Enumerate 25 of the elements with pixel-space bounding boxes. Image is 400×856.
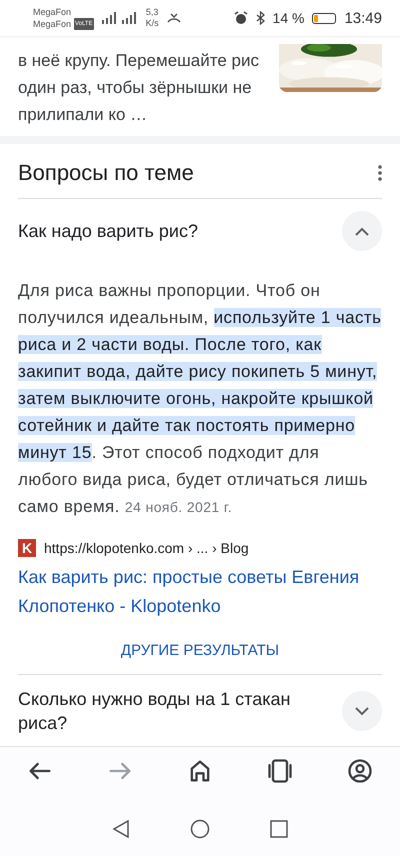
home-icon[interactable] (190, 819, 210, 839)
question-text[interactable]: Сколько нужно воды на 1 стакан риса? (18, 687, 332, 735)
snippet-text: в неё крупу. Перемешайте рис один раз, чтобы зёрнышки не прилипали ко … (18, 50, 259, 126)
clock: 13:49 (344, 10, 382, 26)
section-title: Вопросы по теме (18, 160, 194, 186)
chevron-down-icon (355, 706, 369, 716)
question-text[interactable]: Как надо варить рис? (18, 219, 198, 243)
recents-icon[interactable] (270, 820, 288, 838)
battery-percent: 14 % (272, 10, 304, 26)
bluetooth-icon (256, 11, 265, 25)
carrier-name: MegaFon (33, 18, 72, 30)
result-link[interactable]: Как варить рис: простые советы Евгения Клопотенко - Klopotenko (18, 563, 382, 621)
back-icon[interactable] (112, 819, 130, 839)
site-favicon: K (18, 539, 36, 557)
carrier-name: MegaFon (33, 6, 72, 18)
chevron-up-icon (355, 226, 369, 236)
battery-icon (312, 12, 336, 24)
missed-call-icon (166, 12, 181, 24)
network-speed: 5,3 (146, 7, 158, 18)
alarm-icon (234, 11, 248, 25)
source-url: https://klopotenko.com › ... › Blog (44, 540, 249, 556)
more-options-icon[interactable] (378, 165, 382, 181)
speed-unit: K/s (146, 18, 159, 29)
signal-icon (102, 12, 138, 24)
more-results-button[interactable]: ДРУГИЕ РЕЗУЛЬТАТЫ (114, 641, 286, 660)
